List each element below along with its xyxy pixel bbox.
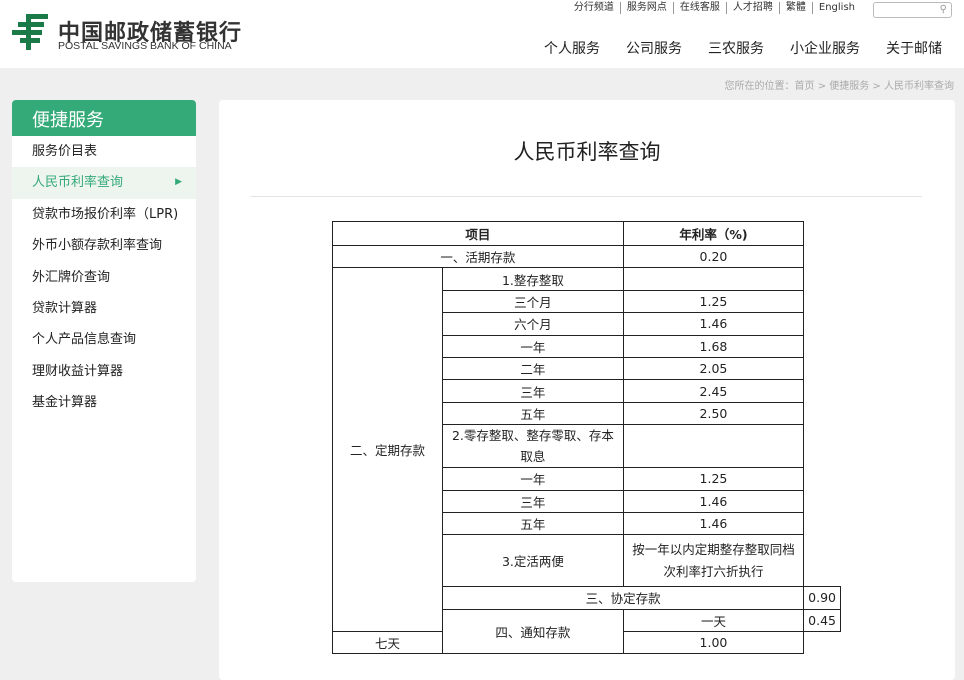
cell-label: 三、协定存款: [442, 586, 805, 610]
cell-term: 三年: [442, 379, 624, 403]
link-branch[interactable]: 分行频道: [568, 2, 620, 14]
page-title: 人民币利率查询: [513, 140, 661, 164]
cell-rate: [622, 424, 805, 469]
cell-label: 一、活期存款: [332, 244, 624, 269]
cell-rate: 2.45: [622, 379, 805, 403]
main-content: 人民币利率查询 项目 年利率（%) 一、活期存款 0.20 二、定期存款 1.整存整取…: [219, 100, 955, 680]
sidebar-item[interactable]: 基金计算器: [12, 387, 196, 418]
breadcrumb: 您所在的位置：首页 > 便捷服务 > 人民币利率查询: [724, 81, 954, 92]
bank-logo[interactable]: 中国邮政储蓄银行 POSTAL SAVINGS BANK OF CHINA: [12, 12, 241, 52]
cell-rate: 2.50: [622, 401, 805, 426]
nav-rural[interactable]: 三农服务: [708, 38, 764, 58]
header-item: 项目: [332, 221, 624, 246]
sidebar-item-label: 人民币利率查询: [32, 175, 124, 191]
divider: [251, 196, 922, 197]
sidebar-title: 便捷服务: [12, 100, 196, 136]
sidebar-item[interactable]: 外币小额存款利率查询: [12, 230, 196, 261]
cell-rate: 0.20: [622, 244, 805, 269]
sidebar-item[interactable]: 服务价目表: [12, 136, 196, 167]
rate-table: 项目 年利率（%) 一、活期存款 0.20 二、定期存款 1.整存整取 三个月 1.25…: [331, 221, 841, 655]
cell-label: 2.零存整取、整存零取、存本取息: [442, 424, 624, 469]
nav-small-business[interactable]: 小企业服务: [790, 38, 860, 58]
top-links: 分行频道 服务网点 在线客服 人才招聘 繁體 English: [568, 2, 861, 14]
table-row: 二、定期存款 1.整存整取: [331, 267, 841, 633]
cell-label: 3.定活两便: [442, 534, 624, 588]
nav-corporate[interactable]: 公司服务: [626, 38, 682, 58]
cell-rate: 0.90: [803, 586, 841, 610]
sidebar-item[interactable]: 外汇牌价查询: [12, 262, 196, 293]
sidebar: 便捷服务 服务价目表 人民币利率查询 ▶ 贷款市场报价利率（LPR) 外币小额存款…: [12, 100, 196, 582]
main-nav: 个人服务 公司服务 三农服务 小企业服务 关于邮储: [544, 38, 942, 58]
cell-term: 五年: [442, 401, 624, 426]
search-icon[interactable]: ⚲: [940, 4, 947, 15]
header-rate: 年利率（%): [622, 221, 805, 246]
cell-rate: 1.46: [622, 489, 805, 513]
sidebar-item[interactable]: 贷款计算器: [12, 293, 196, 324]
arrow-right-icon: ▶: [175, 177, 182, 188]
nav-about[interactable]: 关于邮储: [886, 38, 942, 58]
cell-term: 三个月: [442, 289, 624, 314]
cell-term: 一天: [622, 608, 805, 633]
cell-term: 一年: [442, 467, 624, 491]
cell-term: 一年: [442, 334, 624, 358]
cell-rate: 1.46: [622, 511, 805, 536]
link-online-service[interactable]: 在线客服: [672, 2, 726, 14]
cell-term: 五年: [442, 511, 624, 536]
cell-rate: 按一年以内定期整存整取同档次利率打六折执行: [622, 534, 805, 588]
nav-personal[interactable]: 个人服务: [544, 38, 600, 58]
header: 中国邮政储蓄银行 POSTAL SAVINGS BANK OF CHINA 分行…: [0, 0, 964, 68]
table-header: 项目 年利率（%): [332, 221, 841, 246]
cell-term: 二年: [442, 356, 624, 381]
sidebar-item[interactable]: 理财收益计算器: [12, 356, 196, 387]
link-outlets[interactable]: 服务网点: [619, 2, 673, 14]
cell-label: 1.整存整取: [442, 267, 624, 291]
cell-rate: 1.25: [622, 467, 805, 491]
cell-rate: 2.05: [622, 356, 805, 381]
link-careers[interactable]: 人才招聘: [725, 2, 779, 14]
link-traditional[interactable]: 繁體: [778, 2, 812, 14]
table-row: 一、活期存款 0.20: [332, 244, 841, 269]
cell-category: 四、通知存款: [442, 608, 624, 655]
cell-category: 二、定期存款: [331, 267, 444, 633]
cell-rate: [622, 267, 805, 291]
logo-icon: [12, 12, 48, 50]
cell-rate: 1.68: [622, 334, 805, 358]
cell-term: 七天: [331, 631, 444, 655]
cell-term: 三年: [442, 489, 624, 513]
sidebar-item[interactable]: 贷款市场报价利率（LPR): [12, 199, 196, 230]
cell-term: 六个月: [442, 312, 624, 336]
cell-rate: 1.00: [622, 631, 805, 655]
sidebar-item[interactable]: 个人产品信息查询: [12, 324, 196, 355]
logo-en: POSTAL SAVINGS BANK OF CHINA: [58, 40, 232, 52]
link-english[interactable]: English: [811, 2, 861, 14]
search-input[interactable]: ⚲: [873, 2, 952, 18]
cell-rate: 0.45: [803, 608, 841, 633]
sidebar-item-active[interactable]: 人民币利率查询 ▶: [12, 167, 196, 199]
cell-rate: 1.46: [622, 312, 805, 336]
cell-rate: 1.25: [622, 289, 805, 314]
